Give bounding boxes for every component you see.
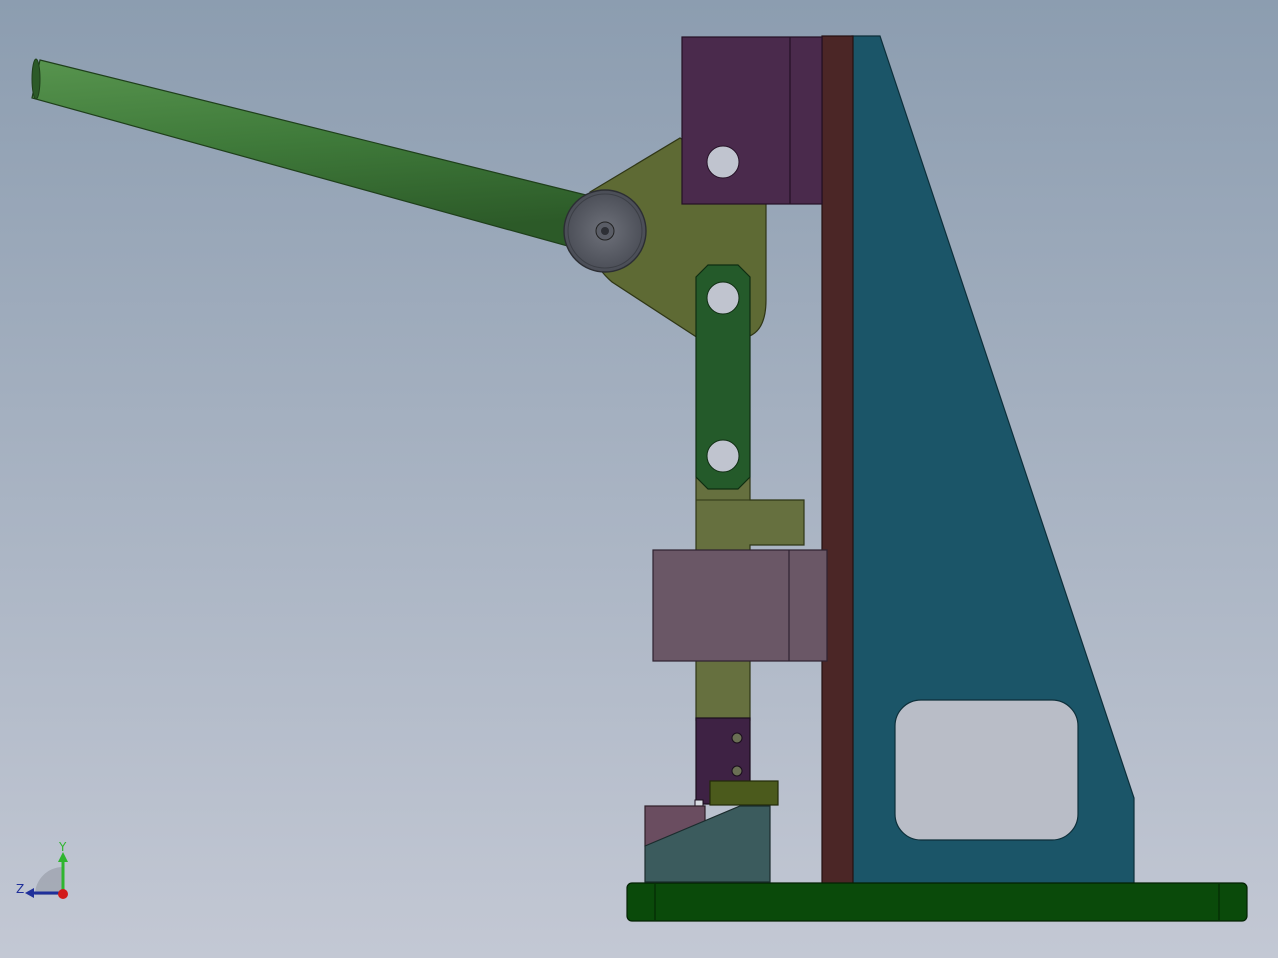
punch-holder-screw-bottom [731, 765, 743, 777]
pivot-disc[interactable] [563, 189, 647, 273]
base-plate[interactable] [626, 882, 1248, 922]
guide-block[interactable] [652, 549, 828, 662]
column-bar[interactable] [821, 35, 854, 885]
pivot-bolt-inner [601, 227, 609, 235]
lever-handle-end [31, 58, 41, 100]
link-bar-hole-top [706, 281, 740, 315]
top-block-hole [706, 145, 740, 179]
top-block-body [681, 36, 823, 205]
triad-y-label: Y [58, 840, 67, 854]
link-bar-hole-bottom [706, 439, 740, 473]
triad-z-label: Z [16, 882, 24, 896]
punch-holder-screw-top [731, 732, 743, 744]
link-bar[interactable] [695, 264, 751, 490]
frame-window [894, 699, 1079, 841]
triad-x-axis-dot [58, 889, 68, 899]
cad-viewport: Y Z [0, 0, 1278, 958]
top-block[interactable] [681, 36, 823, 205]
base-plate-body [626, 882, 1248, 922]
guide-block-body [652, 549, 828, 662]
clamp-block[interactable] [709, 780, 779, 806]
